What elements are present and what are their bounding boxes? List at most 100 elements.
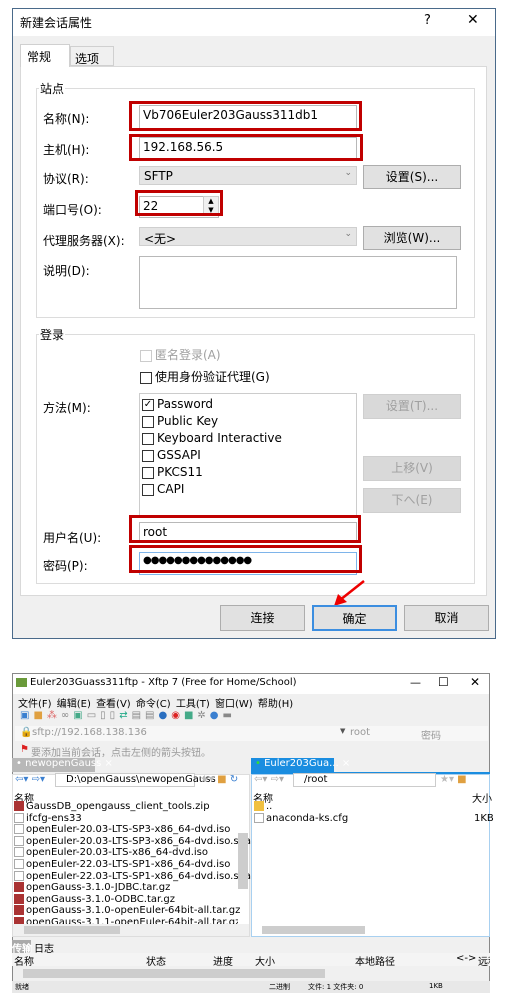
local-horizontal-scrollbar[interactable]	[24, 926, 120, 934]
transfer-col-name[interactable]: 名称	[14, 953, 34, 968]
chevron-down-icon[interactable]: ▼	[340, 727, 345, 735]
method-item-capi[interactable]: CAPI	[142, 481, 282, 498]
back-icon[interactable]: ⇦▾ ⇨▾	[254, 774, 284, 785]
tab-remote[interactable]: • Euler203Gua... ×	[251, 758, 350, 773]
copy-icon[interactable]: ▤	[132, 710, 145, 721]
description-textarea[interactable]	[139, 256, 457, 309]
menu-help[interactable]: 帮助(H)	[258, 699, 293, 710]
minimize-icon[interactable]: —	[410, 676, 421, 689]
remote-horizontal-scrollbar[interactable]	[262, 926, 365, 934]
file-row[interactable]: openEuler-20.03-LTS-SP3-x86_64-dvd.iso	[14, 824, 238, 836]
file-name: openEuler-22.03-LTS-SP1-x86_64-dvd.iso	[26, 858, 231, 870]
disconnect-icon[interactable]: ⁂	[47, 710, 61, 721]
transfer-col-local-path[interactable]: 本地路径	[355, 953, 395, 968]
protocol-settings-button[interactable]: 设置(S)...	[363, 165, 461, 189]
archive-icon	[14, 905, 24, 916]
file-row[interactable]: openGauss-3.1.0-openEuler-64bit-all.tar.…	[14, 905, 240, 917]
menu-command[interactable]: 命令(C)	[136, 699, 171, 710]
file-row[interactable]: openEuler-22.03-LTS-SP1-x86_64-dvd.iso.s…	[14, 870, 280, 883]
status-size: 1KB	[429, 982, 443, 990]
file-row[interactable]: GaussDB_opengauss_client_tools.zip	[14, 801, 238, 813]
toolbar: ▣■⁂∞▣▭▯▯⇄▤▤●◉■✲●▬	[20, 710, 236, 721]
transfer-col-direction[interactable]: <->	[456, 953, 476, 964]
method-item-password[interactable]: ✓ Password	[142, 396, 282, 413]
file-icon	[14, 835, 24, 846]
new-session-icon[interactable]: ▣	[20, 710, 33, 721]
back-icon[interactable]: ⇦▾ ⇨▾	[15, 774, 45, 785]
protocol-label: 协议(R):	[43, 172, 89, 186]
method-item-gssapi[interactable]: GSSAPI	[142, 447, 282, 464]
cancel-button[interactable]: 取消	[404, 605, 489, 631]
agent-checkbox[interactable]: 使用身份验证代理(G)	[140, 368, 270, 385]
file-row[interactable]: anaconda-ks.cfg	[254, 813, 348, 825]
remote-path-input[interactable]: /root	[293, 773, 436, 787]
username-field[interactable]: root	[350, 727, 370, 738]
xshell-icon[interactable]: ◉	[171, 710, 184, 721]
menu-window[interactable]: 窗口(W)	[215, 699, 253, 710]
tab-general[interactable]: 常规	[20, 44, 70, 67]
tab-options[interactable]: 选项	[70, 46, 114, 66]
tab-local[interactable]: • newopenGauss ×	[12, 758, 113, 772]
anonymous-label: 匿名登录(A)	[155, 348, 221, 362]
transfer-col-size[interactable]: 大小	[255, 953, 275, 968]
star-icon[interactable]: ★▾ ■ ↻	[200, 774, 238, 785]
transfer-col-remote[interactable]: 远程	[478, 953, 490, 968]
menu-tools[interactable]: 工具(T)	[176, 699, 210, 710]
highlight-box	[129, 515, 361, 543]
paste-icon[interactable]: ▤	[145, 710, 158, 721]
properties-icon[interactable]: ▣	[73, 710, 86, 721]
link-icon[interactable]: ∞	[61, 710, 73, 721]
file-row[interactable]: openGauss-3.1.0-JDBC.tar.gz	[14, 882, 238, 894]
ok-button[interactable]: 确定	[312, 605, 397, 631]
menu-view[interactable]: 查看(V)	[96, 699, 131, 710]
red-arrow-icon	[334, 580, 365, 606]
file-row[interactable]: openEuler-22.03-LTS-SP1-x86_64-dvd.iso	[14, 858, 238, 871]
file-row[interactable]: openEuler-20.03-LTS-SP3-x86_64-dvd.iso.s…	[14, 835, 280, 848]
remote-pane	[251, 774, 490, 937]
transfer-col-progress[interactable]: 进度	[213, 953, 233, 968]
open-folder-icon[interactable]: ■	[33, 710, 46, 721]
file-row[interactable]: ..	[254, 801, 272, 813]
anonymous-checkbox[interactable]: 匿名登录(A)	[140, 346, 221, 363]
method-settings-button[interactable]: 设置(T)...	[363, 394, 461, 419]
help-icon[interactable]: ●	[210, 710, 223, 721]
window-icon[interactable]: ▭	[87, 710, 100, 721]
close-window-icon[interactable]: ✕	[470, 675, 480, 689]
file-row[interactable]: ifcfg-ens33	[14, 812, 238, 825]
globe-icon[interactable]: ●	[158, 710, 171, 721]
local-path-input[interactable]: D:\openGauss\newopenGauss	[55, 773, 216, 787]
password-field[interactable]: 密码	[421, 727, 441, 742]
transfer-col-status[interactable]: 状态	[146, 953, 166, 968]
proxy-browse-button[interactable]: 浏览(W)...	[363, 226, 461, 250]
address-input[interactable]: sftp://192.168.138.136	[32, 727, 147, 738]
remote-col-size[interactable]: 大小	[472, 790, 492, 805]
method-items: ✓ Password Public Key Keyboard Interactiv…	[142, 396, 282, 498]
method-item-public-key[interactable]: Public Key	[142, 413, 282, 430]
menu-file[interactable]: 文件(F)	[18, 699, 52, 710]
hint-text: 要添加当前会话，点击左侧的箭头按钮。	[31, 748, 211, 759]
tab-transfer[interactable]: 传输	[12, 940, 32, 955]
chat-icon[interactable]: ▬	[223, 710, 236, 721]
star-icon[interactable]: ★▾ ■	[440, 774, 467, 785]
file-row[interactable]: openGauss-3.1.0-ODBC.tar.gz	[14, 893, 238, 906]
maximize-icon[interactable]: ☐	[438, 675, 449, 689]
file-icon[interactable]: ▯	[100, 710, 110, 721]
proxy-select[interactable]: <无> ⌄	[139, 227, 357, 246]
close-icon[interactable]: ✕	[467, 12, 479, 28]
method-item-pkcs11[interactable]: PKCS11	[142, 464, 282, 481]
move-up-button[interactable]: 上移(V)	[363, 456, 461, 481]
transfer-horizontal-scrollbar[interactable]	[23, 969, 325, 978]
transfer-icon[interactable]: ⇄	[119, 710, 131, 721]
local-vertical-scrollbar[interactable]	[238, 833, 248, 889]
file-row[interactable]: openEuler-20.03-LTS-x86_64-dvd.iso	[14, 847, 238, 859]
file-icon[interactable]: ▯	[110, 710, 120, 721]
move-down-button[interactable]: 下へ(E)	[363, 488, 461, 513]
xftp-icon[interactable]: ■	[184, 710, 197, 721]
protocol-select[interactable]: SFTP ⌄	[139, 166, 357, 185]
connect-button[interactable]: 连接	[220, 605, 305, 631]
help-button[interactable]: ?	[424, 13, 431, 28]
menu-edit[interactable]: 编辑(E)	[57, 699, 91, 710]
method-item-keyboard-interactive[interactable]: Keyboard Interactive	[142, 430, 282, 447]
gear-icon[interactable]: ✲	[197, 710, 209, 721]
transfer-header	[12, 953, 490, 966]
